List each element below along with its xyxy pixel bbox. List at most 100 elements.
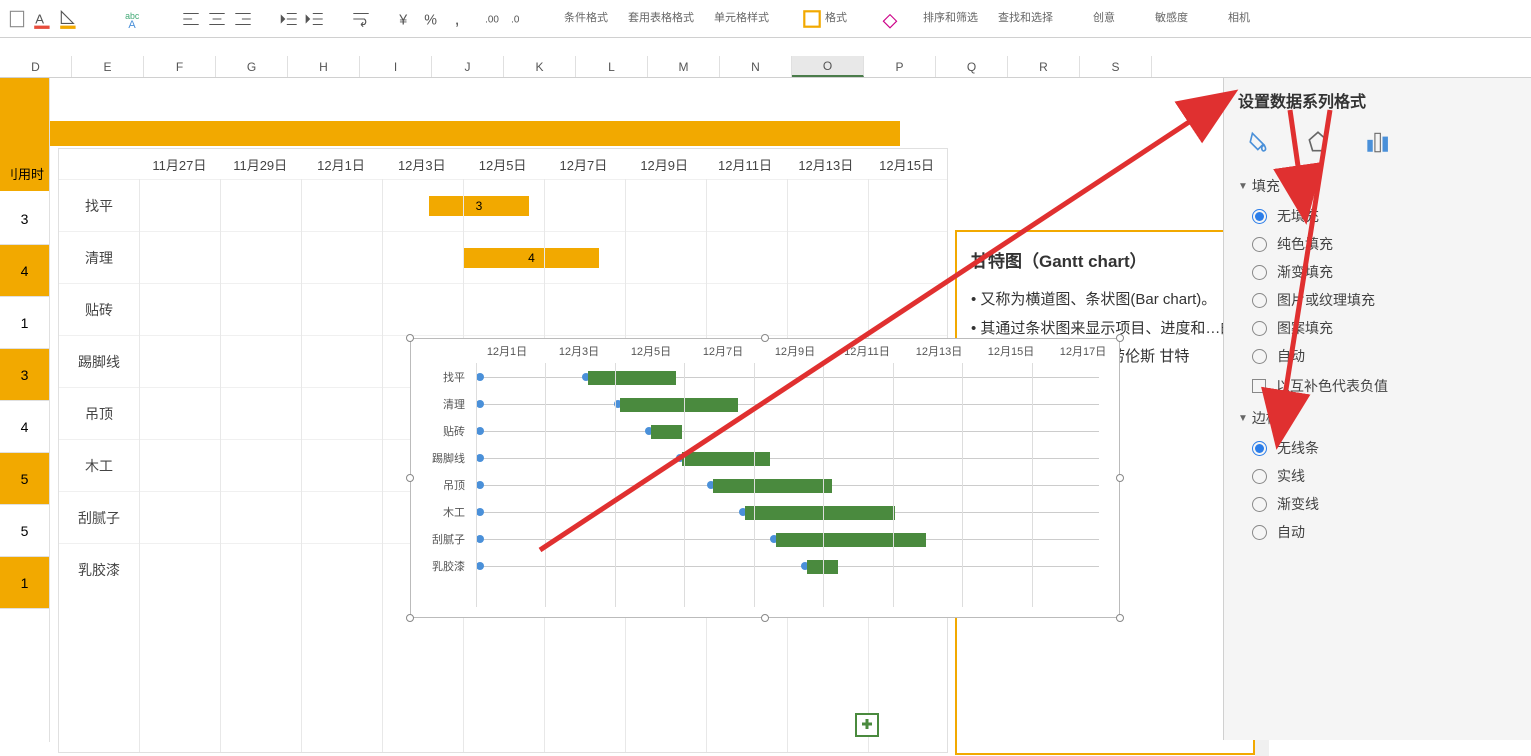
resize-handle[interactable] — [761, 614, 769, 622]
paste-options-icon[interactable] — [850, 710, 890, 740]
column-header-O[interactable]: O — [792, 56, 864, 77]
radio-icon[interactable] — [1252, 237, 1267, 252]
resize-handle[interactable] — [406, 614, 414, 622]
align-center-icon[interactable] — [206, 8, 228, 30]
column-header-S[interactable]: S — [1080, 56, 1152, 77]
radio-icon[interactable] — [1252, 441, 1267, 456]
cond-format-button[interactable]: 条件格式 — [564, 12, 608, 25]
resize-handle[interactable] — [761, 334, 769, 342]
column-header-J[interactable]: J — [432, 56, 504, 77]
wrap-icon[interactable] — [350, 8, 372, 30]
left-cell[interactable]: 4 — [0, 401, 49, 453]
gantt-bar-green[interactable] — [651, 425, 682, 439]
data-point[interactable] — [476, 562, 484, 570]
tab-effects-icon[interactable] — [1304, 128, 1332, 156]
gantt-bar[interactable]: 3 — [429, 196, 529, 216]
fill-option[interactable]: 图案填充 — [1238, 314, 1517, 342]
data-point[interactable] — [476, 427, 484, 435]
border-option[interactable]: 自动 — [1238, 518, 1517, 546]
left-cell[interactable]: 5 — [0, 453, 49, 505]
cell-style-button[interactable]: 单元格样式 — [714, 12, 769, 25]
fill-option[interactable]: 自动 — [1238, 342, 1517, 370]
radio-icon[interactable] — [1252, 497, 1267, 512]
comma-icon[interactable]: , — [448, 8, 470, 30]
camera-button[interactable]: 相机 — [1228, 12, 1250, 25]
radio-icon[interactable] — [1252, 265, 1267, 280]
table-format-button[interactable]: 套用表格格式 — [628, 12, 694, 25]
phonetic-icon[interactable]: abcA — [124, 8, 146, 30]
ideas-button[interactable]: 创意 — [1093, 12, 1115, 25]
invert-negative-check[interactable]: 以互补色代表负值 — [1238, 370, 1517, 402]
border-option[interactable]: 实线 — [1238, 462, 1517, 490]
resize-handle[interactable] — [406, 334, 414, 342]
radio-icon[interactable] — [1252, 469, 1267, 484]
fill-section-head[interactable]: 填充 — [1238, 170, 1517, 202]
find-select-button[interactable]: 查找和选择 — [998, 12, 1053, 25]
checkbox-icon[interactable] — [1252, 379, 1266, 393]
paste-icon[interactable] — [6, 8, 28, 30]
font-color-icon[interactable]: A — [32, 8, 54, 30]
floating-chart[interactable]: 12月1日12月3日12月5日12月7日12月9日12月11日12月13日12月… — [410, 338, 1120, 618]
eraser-icon[interactable] — [879, 8, 901, 30]
border-option[interactable]: 无线条 — [1238, 434, 1517, 462]
currency-icon[interactable]: ¥ — [396, 8, 418, 30]
column-header-H[interactable]: H — [288, 56, 360, 77]
gantt-bar-green[interactable] — [776, 533, 926, 547]
border-option[interactable]: 渐变线 — [1238, 490, 1517, 518]
left-cell[interactable]: 1 — [0, 557, 49, 609]
left-cell[interactable]: 4 — [0, 245, 49, 297]
column-header-P[interactable]: P — [864, 56, 936, 77]
fill-option[interactable]: 无填充 — [1238, 202, 1517, 230]
column-header-G[interactable]: G — [216, 56, 288, 77]
radio-icon[interactable] — [1252, 321, 1267, 336]
column-header-F[interactable]: F — [144, 56, 216, 77]
fill-color-icon[interactable] — [58, 8, 80, 30]
gantt-bar-green[interactable] — [588, 371, 676, 385]
data-point[interactable] — [476, 400, 484, 408]
align-right-icon[interactable] — [232, 8, 254, 30]
fill-option[interactable]: 图片或纹理填充 — [1238, 286, 1517, 314]
radio-icon[interactable] — [1252, 209, 1267, 224]
fill-option[interactable]: 渐变填充 — [1238, 258, 1517, 286]
data-point[interactable] — [476, 535, 484, 543]
gantt-bar-green[interactable] — [620, 398, 739, 412]
gantt-bar-green[interactable] — [682, 452, 770, 466]
percent-icon[interactable]: % — [422, 8, 444, 30]
indent-inc-icon[interactable] — [304, 8, 326, 30]
left-cell[interactable]: 3 — [0, 349, 49, 401]
sensitivity-button[interactable]: 敏感度 — [1155, 12, 1188, 25]
resize-handle[interactable] — [1116, 334, 1124, 342]
column-header-N[interactable]: N — [720, 56, 792, 77]
column-header-E[interactable]: E — [72, 56, 144, 77]
radio-icon[interactable] — [1252, 293, 1267, 308]
gantt-bar-green[interactable] — [745, 506, 895, 520]
format-button[interactable]: 格式 — [825, 12, 847, 25]
fill-option[interactable]: 纯色填充 — [1238, 230, 1517, 258]
column-header-M[interactable]: M — [648, 56, 720, 77]
gantt-bar[interactable]: 4 — [464, 248, 599, 268]
dec-dec-icon[interactable]: .0 — [510, 8, 532, 30]
sort-filter-button[interactable]: 排序和筛选 — [923, 12, 978, 25]
left-cell[interactable]: 3 — [0, 193, 49, 245]
column-header-Q[interactable]: Q — [936, 56, 1008, 77]
indent-dec-icon[interactable] — [278, 8, 300, 30]
data-point[interactable] — [476, 454, 484, 462]
tab-series-icon[interactable] — [1362, 128, 1390, 156]
align-left-icon[interactable] — [180, 8, 202, 30]
column-header-L[interactable]: L — [576, 56, 648, 77]
dec-inc-icon[interactable]: .00 — [484, 8, 506, 30]
data-point[interactable] — [476, 481, 484, 489]
border-section-head[interactable]: 边框 — [1238, 402, 1517, 434]
radio-icon[interactable] — [1252, 349, 1267, 364]
tab-fill-icon[interactable] — [1246, 128, 1274, 156]
column-header-I[interactable]: I — [360, 56, 432, 77]
column-header-R[interactable]: R — [1008, 56, 1080, 77]
left-cell[interactable]: 1 — [0, 297, 49, 349]
column-header-D[interactable]: D — [0, 56, 72, 77]
radio-icon[interactable] — [1252, 525, 1267, 540]
data-point[interactable] — [476, 508, 484, 516]
format-icon[interactable] — [801, 8, 823, 30]
resize-handle[interactable] — [1116, 614, 1124, 622]
gantt-bar-green[interactable] — [713, 479, 832, 493]
column-header-K[interactable]: K — [504, 56, 576, 77]
